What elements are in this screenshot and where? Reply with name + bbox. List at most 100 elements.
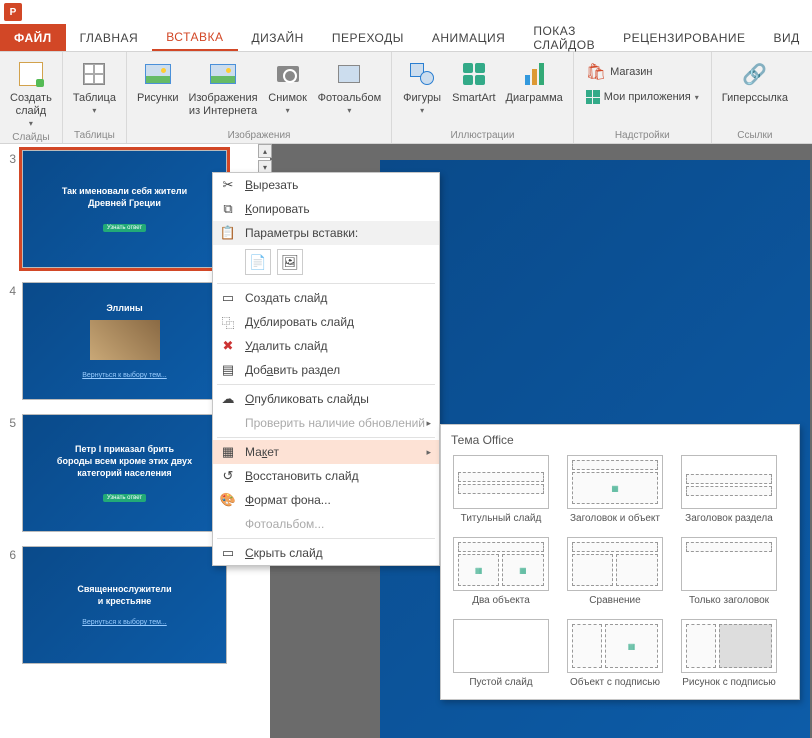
shapes-button[interactable]: Фигуры ▾ <box>398 56 446 117</box>
reset-icon: ↺ <box>217 466 239 486</box>
apps-icon <box>586 90 600 104</box>
thumbnail-subtitle: Вернуться к выбору тем... <box>82 619 167 626</box>
thumbnail-slide-4[interactable]: Эллины Вернуться к выбору тем... <box>22 282 227 400</box>
tab-design[interactable]: ДИЗАЙН <box>238 24 318 51</box>
tab-transitions[interactable]: ПЕРЕХОДЫ <box>318 24 418 51</box>
separator <box>217 384 435 385</box>
layout-picture-caption[interactable]: Рисунок с подписью <box>679 619 779 689</box>
screenshot-button[interactable]: Снимок ▾ <box>264 56 312 117</box>
pictures-button[interactable]: Рисунки <box>133 56 183 107</box>
ctx-reset[interactable]: ↺ Восстановить слайд <box>213 464 439 488</box>
ctx-duplicate[interactable]: ⿻ Дублировать слайд <box>213 310 439 334</box>
online-pictures-button[interactable]: Изображения из Интернета <box>184 56 261 120</box>
tab-view[interactable]: ВИД <box>759 24 812 51</box>
tab-slideshow[interactable]: ПОКАЗ СЛАЙДОВ <box>519 24 609 51</box>
photoalbum-label: Фотоальбом <box>318 92 382 105</box>
ctx-copy[interactable]: ⧉ Копировать <box>213 197 439 221</box>
paste-icon: 📋 <box>217 223 239 243</box>
thumbnail-button: Узнать ответ <box>103 494 146 502</box>
app-icon <box>4 3 22 21</box>
layout-title-slide[interactable]: Титульный слайд <box>451 455 551 525</box>
ribbon: Создать слайд ▾ Слайды Таблица ▾ Таблицы… <box>0 52 812 144</box>
new-slide-icon: ▭ <box>217 288 239 308</box>
layout-content-caption[interactable]: ▦ Объект с подписью <box>565 619 665 689</box>
ctx-layout[interactable]: ▦ Макет ▸ <box>213 440 439 464</box>
chevron-down-icon: ▾ <box>695 93 699 102</box>
layout-panel-title: Тема Office <box>451 433 789 447</box>
tab-file[interactable]: ФАЙЛ <box>0 24 66 51</box>
pictures-label: Рисунки <box>137 92 179 105</box>
chart-button[interactable]: Диаграмма <box>502 56 567 107</box>
ctx-paste-options: 📄 🖼 <box>213 245 439 281</box>
layout-blank[interactable]: Пустой слайд <box>451 619 551 689</box>
tab-insert[interactable]: ВСТАВКА <box>152 24 237 51</box>
paste-option-picture[interactable]: 🖼 <box>277 249 303 275</box>
layout-section-header[interactable]: Заголовок раздела <box>679 455 779 525</box>
shapes-label: Фигуры <box>403 92 441 105</box>
camera-icon <box>277 66 299 82</box>
scroll-up-icon[interactable]: ▴ <box>258 144 270 158</box>
thumbnail-number: 3 <box>6 150 22 166</box>
thumbnail-number: 4 <box>6 282 22 298</box>
thumbnail-slide-3[interactable]: Так именовали себя жители Древней Греции… <box>22 150 227 268</box>
photoalbum-button[interactable]: Фотоальбом ▾ <box>314 56 386 117</box>
new-slide-label: Создать слайд <box>10 92 52 118</box>
group-images: Рисунки Изображения из Интернета Снимок … <box>127 52 392 143</box>
context-menu: ✂ Вырезать ⧉ Копировать 📋 Параметры вста… <box>212 172 440 566</box>
chevron-down-icon: ▾ <box>347 106 351 115</box>
delete-icon: ✖ <box>217 336 239 356</box>
ctx-add-section[interactable]: ▤ Добавить раздел <box>213 358 439 382</box>
ctx-new-slide[interactable]: ▭ Создать слайд <box>213 286 439 310</box>
thumbnail-title: Эллины <box>106 303 142 315</box>
ctx-format-bg[interactable]: 🎨 Формат фона... <box>213 488 439 512</box>
shapes-icon <box>410 63 434 85</box>
group-slides-label: Слайды <box>6 130 56 143</box>
cut-icon: ✂ <box>217 175 239 195</box>
smartart-button[interactable]: SmartArt <box>448 56 499 107</box>
layout-title-content[interactable]: ▦ Заголовок и объект <box>565 455 665 525</box>
thumbnail-subtitle: Вернуться к выбору тем... <box>82 372 167 379</box>
album-icon <box>338 65 360 83</box>
table-label: Таблица <box>73 92 116 105</box>
group-links: 🔗 Гиперссылка Ссылки <box>712 52 798 143</box>
ctx-check-updates: Проверить наличие обновлений ▸ <box>213 411 439 435</box>
thumbnail-button: Узнать ответ <box>103 224 146 232</box>
store-button[interactable]: 🛍 Магазин <box>582 60 703 84</box>
ctx-cut[interactable]: ✂ Вырезать <box>213 173 439 197</box>
new-slide-button[interactable]: Создать слайд ▾ <box>6 56 56 130</box>
thumbnail-number: 6 <box>6 546 22 562</box>
ctx-hide[interactable]: ▭ Скрыть слайд <box>213 541 439 565</box>
hyperlink-button[interactable]: 🔗 Гиперссылка <box>718 56 792 107</box>
group-illustrations-label: Иллюстрации <box>398 128 567 141</box>
chart-label: Диаграмма <box>506 92 563 105</box>
myapps-button[interactable]: Мои приложения ▾ <box>582 88 703 106</box>
hyperlink-label: Гиперссылка <box>722 92 788 105</box>
ctx-paste-header: 📋 Параметры вставки: <box>213 221 439 245</box>
group-tables: Таблица ▾ Таблицы <box>63 52 127 143</box>
tab-animations[interactable]: АНИМАЦИЯ <box>418 24 519 51</box>
group-links-label: Ссылки <box>718 128 792 141</box>
ctx-delete[interactable]: ✖ Удалить слайд <box>213 334 439 358</box>
tab-home[interactable]: ГЛАВНАЯ <box>66 24 153 51</box>
group-tables-label: Таблицы <box>69 128 120 141</box>
table-icon <box>83 63 105 85</box>
layout-title-only[interactable]: Только заголовок <box>679 537 779 607</box>
thumbnail-slide-5[interactable]: Петр I приказал брить бороды всем кроме … <box>22 414 227 532</box>
group-images-label: Изображения <box>133 128 385 141</box>
chevron-down-icon: ▾ <box>286 106 290 115</box>
ribbon-tabs: ФАЙЛ ГЛАВНАЯ ВСТАВКА ДИЗАЙН ПЕРЕХОДЫ АНИ… <box>0 24 812 52</box>
thumbnail-slide-6[interactable]: Священнослужители и крестьяне Вернуться … <box>22 546 227 664</box>
thumbnail-title: Так именовали себя жители Древней Греции <box>62 186 187 209</box>
paste-option-destination-theme[interactable]: 📄 <box>245 249 271 275</box>
layout-two-content[interactable]: ▦▦ Два объекта <box>451 537 551 607</box>
tab-review[interactable]: РЕЦЕНЗИРОВАНИЕ <box>609 24 759 51</box>
new-slide-icon <box>19 62 43 86</box>
duplicate-icon: ⿻ <box>217 312 239 332</box>
layout-submenu: Тема Office Титульный слайд ▦ Заголовок … <box>440 424 800 700</box>
online-pictures-label: Изображения из Интернета <box>188 92 257 118</box>
table-button[interactable]: Таблица ▾ <box>69 56 120 117</box>
ctx-publish[interactable]: ☁ Опубликовать слайды <box>213 387 439 411</box>
layout-comparison[interactable]: Сравнение <box>565 537 665 607</box>
format-bg-icon: 🎨 <box>217 490 239 510</box>
thumbnail-image <box>90 320 160 360</box>
